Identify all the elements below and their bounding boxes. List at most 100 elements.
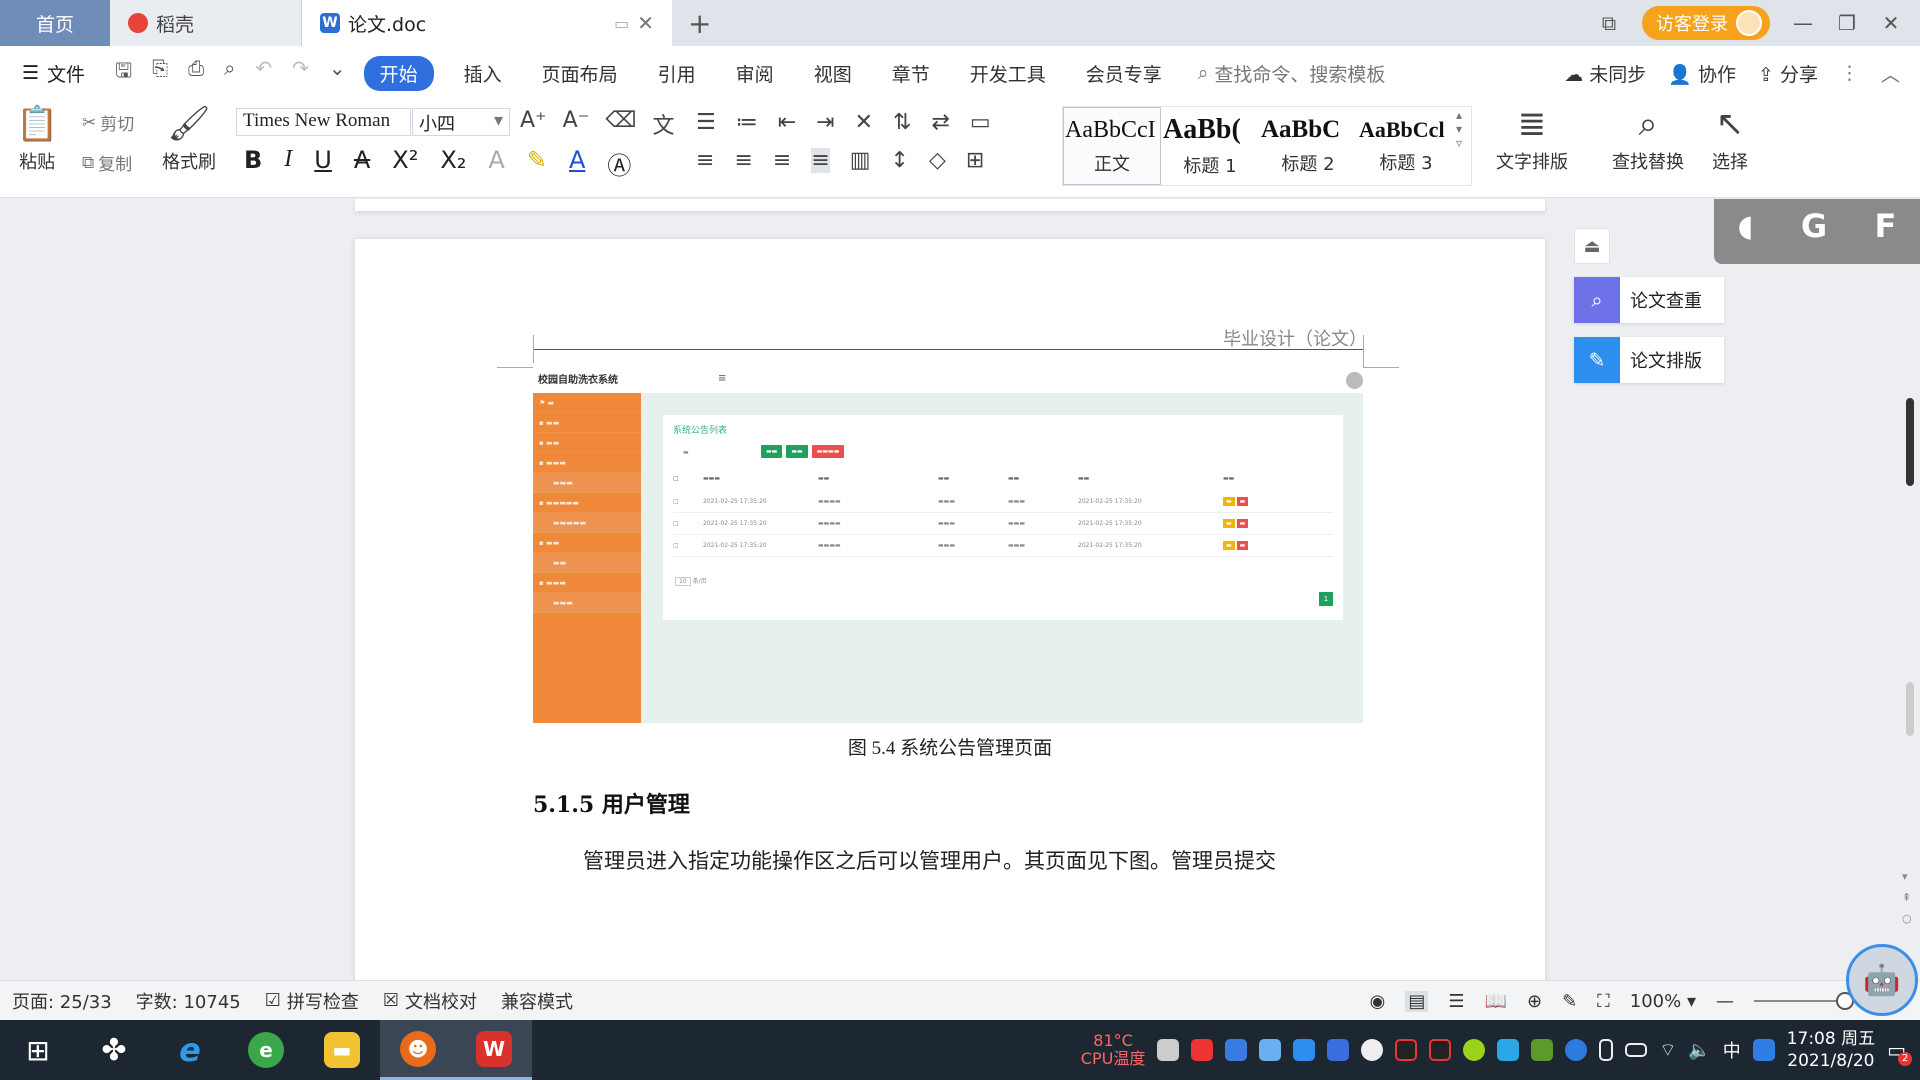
line-spacing-icon[interactable]: ↕	[891, 148, 909, 173]
more-icon[interactable]: ⋮	[1840, 62, 1859, 84]
share-button[interactable]: ⇪ 分享	[1758, 60, 1818, 87]
chinese-layout-icon[interactable]: ✕	[855, 110, 873, 135]
taskbar-app-game[interactable]: ☻	[380, 1020, 456, 1080]
web-view-icon[interactable]: ⊕	[1527, 991, 1542, 1012]
justify-icon[interactable]: ≡	[811, 148, 830, 173]
taskbar-app-explorer[interactable]: ▬	[304, 1020, 380, 1080]
new-tab-button[interactable]: +	[672, 0, 727, 46]
style-heading3[interactable]: AaBbCcl 标题 3	[1357, 107, 1455, 185]
document-workspace[interactable]: 毕业设计（论文） 校园自助洗衣系统 ≡ ⚑ ▬ ▪ ▬▬ ▪ ▬▬ ▪ ▬▬▬ …	[0, 199, 1920, 980]
shading-icon[interactable]: ◇	[929, 148, 946, 173]
file-menu[interactable]: ☰ 文件	[0, 60, 101, 87]
select-button[interactable]: ↖ 选择	[1712, 104, 1748, 174]
customize-dropdown-icon[interactable]: ⌄	[329, 56, 346, 90]
tab-float-icon[interactable]: ▭	[614, 14, 629, 33]
text-direction-icon[interactable]: ⇄	[931, 110, 949, 135]
menu-chapter[interactable]: 章节	[872, 60, 950, 87]
tab-daoke[interactable]: 稻壳	[110, 0, 302, 46]
clear-format-icon[interactable]: ⌫	[605, 108, 636, 140]
style-scroll-icon[interactable]: ▴ ▾ ▿	[1456, 108, 1462, 150]
italic-icon[interactable]: I	[284, 146, 292, 181]
restore-icon[interactable]: ❐	[1836, 11, 1858, 35]
zoom-slider[interactable]	[1754, 992, 1854, 1010]
spell-check-button[interactable]: ☑ 拼写检查	[253, 988, 371, 1014]
strikethrough-icon[interactable]: A	[354, 146, 370, 181]
redo-icon[interactable]: ↷	[292, 56, 309, 90]
sort-icon[interactable]: ⇅	[893, 110, 911, 135]
style-heading2[interactable]: AaBbC 标题 2	[1259, 107, 1357, 185]
style-heading1[interactable]: AaBb( 标题 1	[1161, 107, 1259, 185]
style-normal[interactable]: AaBbCcI 正文	[1063, 107, 1161, 185]
doc-proof-button[interactable]: ☒ 文档校对	[371, 988, 489, 1014]
word-count[interactable]: 字数: 10745	[124, 988, 253, 1014]
assistant-robot-icon[interactable]: 🤖	[1846, 944, 1918, 1016]
input-language[interactable]: 中	[1723, 1037, 1741, 1063]
text-effect-icon[interactable]: A	[488, 146, 504, 181]
align-left-icon[interactable]: ≡	[696, 148, 714, 173]
menu-review[interactable]: 审阅	[716, 60, 794, 87]
char-border-icon[interactable]: Ⓐ	[607, 146, 631, 181]
tray-app-icon[interactable]	[1752, 1039, 1775, 1061]
notification-icon[interactable]: ▭ 2	[1887, 1038, 1912, 1066]
align-center-icon[interactable]: ≡	[734, 148, 752, 173]
print-icon[interactable]: ⎙	[188, 56, 204, 90]
align-right-icon[interactable]: ≡	[773, 148, 791, 173]
clock[interactable]: 17:08 周五 2021/8/20	[1787, 1028, 1875, 1072]
ime-floating-bar[interactable]: ◖ G F	[1714, 199, 1920, 264]
taskbar-app-wps[interactable]: W	[456, 1020, 532, 1080]
taskbar-app-360[interactable]: e	[228, 1020, 304, 1080]
device-icon[interactable]	[1599, 1039, 1614, 1061]
format-painter-button[interactable]: 🖌 格式刷	[162, 104, 216, 174]
side-panel-collapse-button[interactable]: ⏏	[1574, 228, 1610, 264]
menu-home[interactable]: 开始	[363, 55, 434, 91]
zoom-level[interactable]: 100% ▾	[1630, 991, 1696, 1012]
visitor-login-button[interactable]: 访客登录	[1642, 6, 1770, 40]
close-window-icon[interactable]: ✕	[1880, 11, 1902, 35]
outline-view-icon[interactable]: ☰	[1448, 991, 1464, 1012]
menu-insert[interactable]: 插入	[444, 60, 522, 87]
zoom-out-icon[interactable]: —	[1716, 991, 1734, 1012]
vertical-scrollbar-thumb[interactable]	[1906, 398, 1914, 486]
taskbar-app-ie[interactable]: e	[152, 1020, 228, 1080]
shield-icon[interactable]	[1327, 1039, 1350, 1061]
layout-switch-icon[interactable]: ⧉	[1598, 11, 1620, 35]
read-view-icon[interactable]: 📖	[1485, 991, 1507, 1012]
nvidia-icon[interactable]	[1531, 1039, 1554, 1061]
minimize-icon[interactable]: —	[1792, 11, 1814, 35]
save-icon[interactable]: 🖫	[115, 56, 132, 90]
paper-check-button[interactable]: ⌕ 论文查重	[1574, 277, 1724, 323]
figure-image[interactable]: 校园自助洗衣系统 ≡ ⚑ ▬ ▪ ▬▬ ▪ ▬▬ ▪ ▬▬▬ ▬▬▬ ▪ ▬▬▬…	[533, 363, 1363, 723]
wifi-icon[interactable]: ⌔	[1659, 1039, 1676, 1062]
superscript-icon[interactable]: X²	[392, 146, 418, 181]
collab-button[interactable]: 👤 协作	[1668, 60, 1736, 87]
menu-devtools[interactable]: 开发工具	[950, 60, 1066, 87]
vertical-scrollbar-track-mark[interactable]	[1906, 682, 1914, 736]
highlight-icon[interactable]: ✎	[527, 146, 547, 181]
borders-icon[interactable]: ⊞	[966, 148, 984, 173]
undo-icon[interactable]: ↶	[255, 56, 272, 90]
tray-app-icon[interactable]	[1463, 1039, 1486, 1061]
qq-icon[interactable]	[1395, 1039, 1418, 1061]
usb-icon[interactable]	[1259, 1039, 1282, 1061]
menu-layout[interactable]: 页面布局	[522, 60, 638, 87]
tray-app-icon[interactable]	[1225, 1039, 1248, 1061]
prev-page-icon[interactable]: ⇞	[1902, 891, 1912, 904]
subscript-icon[interactable]: X₂	[440, 146, 466, 181]
bullet-list-icon[interactable]: ☰	[696, 110, 716, 135]
menu-member[interactable]: 会员专享	[1066, 60, 1182, 87]
paper-format-button[interactable]: ✎ 论文排版	[1574, 337, 1724, 383]
scroll-arrows[interactable]: ▾ ⇞ ○	[1902, 870, 1912, 925]
collapse-ribbon-icon[interactable]: ︿	[1881, 60, 1900, 87]
tab-home[interactable]: 首页	[0, 0, 110, 46]
page-view-icon[interactable]: ▤	[1405, 990, 1429, 1012]
ruler-icon[interactable]: ▭	[970, 110, 991, 135]
tray-app-icon[interactable]	[1191, 1039, 1214, 1061]
unsynced-button[interactable]: ☁ 未同步	[1564, 60, 1646, 87]
eye-protect-icon[interactable]: ◉	[1370, 991, 1386, 1012]
command-search[interactable]: ⌕ 查找命令、搜索模板	[1198, 60, 1386, 87]
decrease-indent-icon[interactable]: ⇤	[778, 110, 796, 135]
bluetooth-icon[interactable]	[1565, 1039, 1588, 1061]
volume-icon[interactable]: 🔈	[1688, 1040, 1710, 1061]
menu-view[interactable]: 视图	[794, 60, 872, 87]
write-view-icon[interactable]: ✎	[1562, 991, 1577, 1012]
